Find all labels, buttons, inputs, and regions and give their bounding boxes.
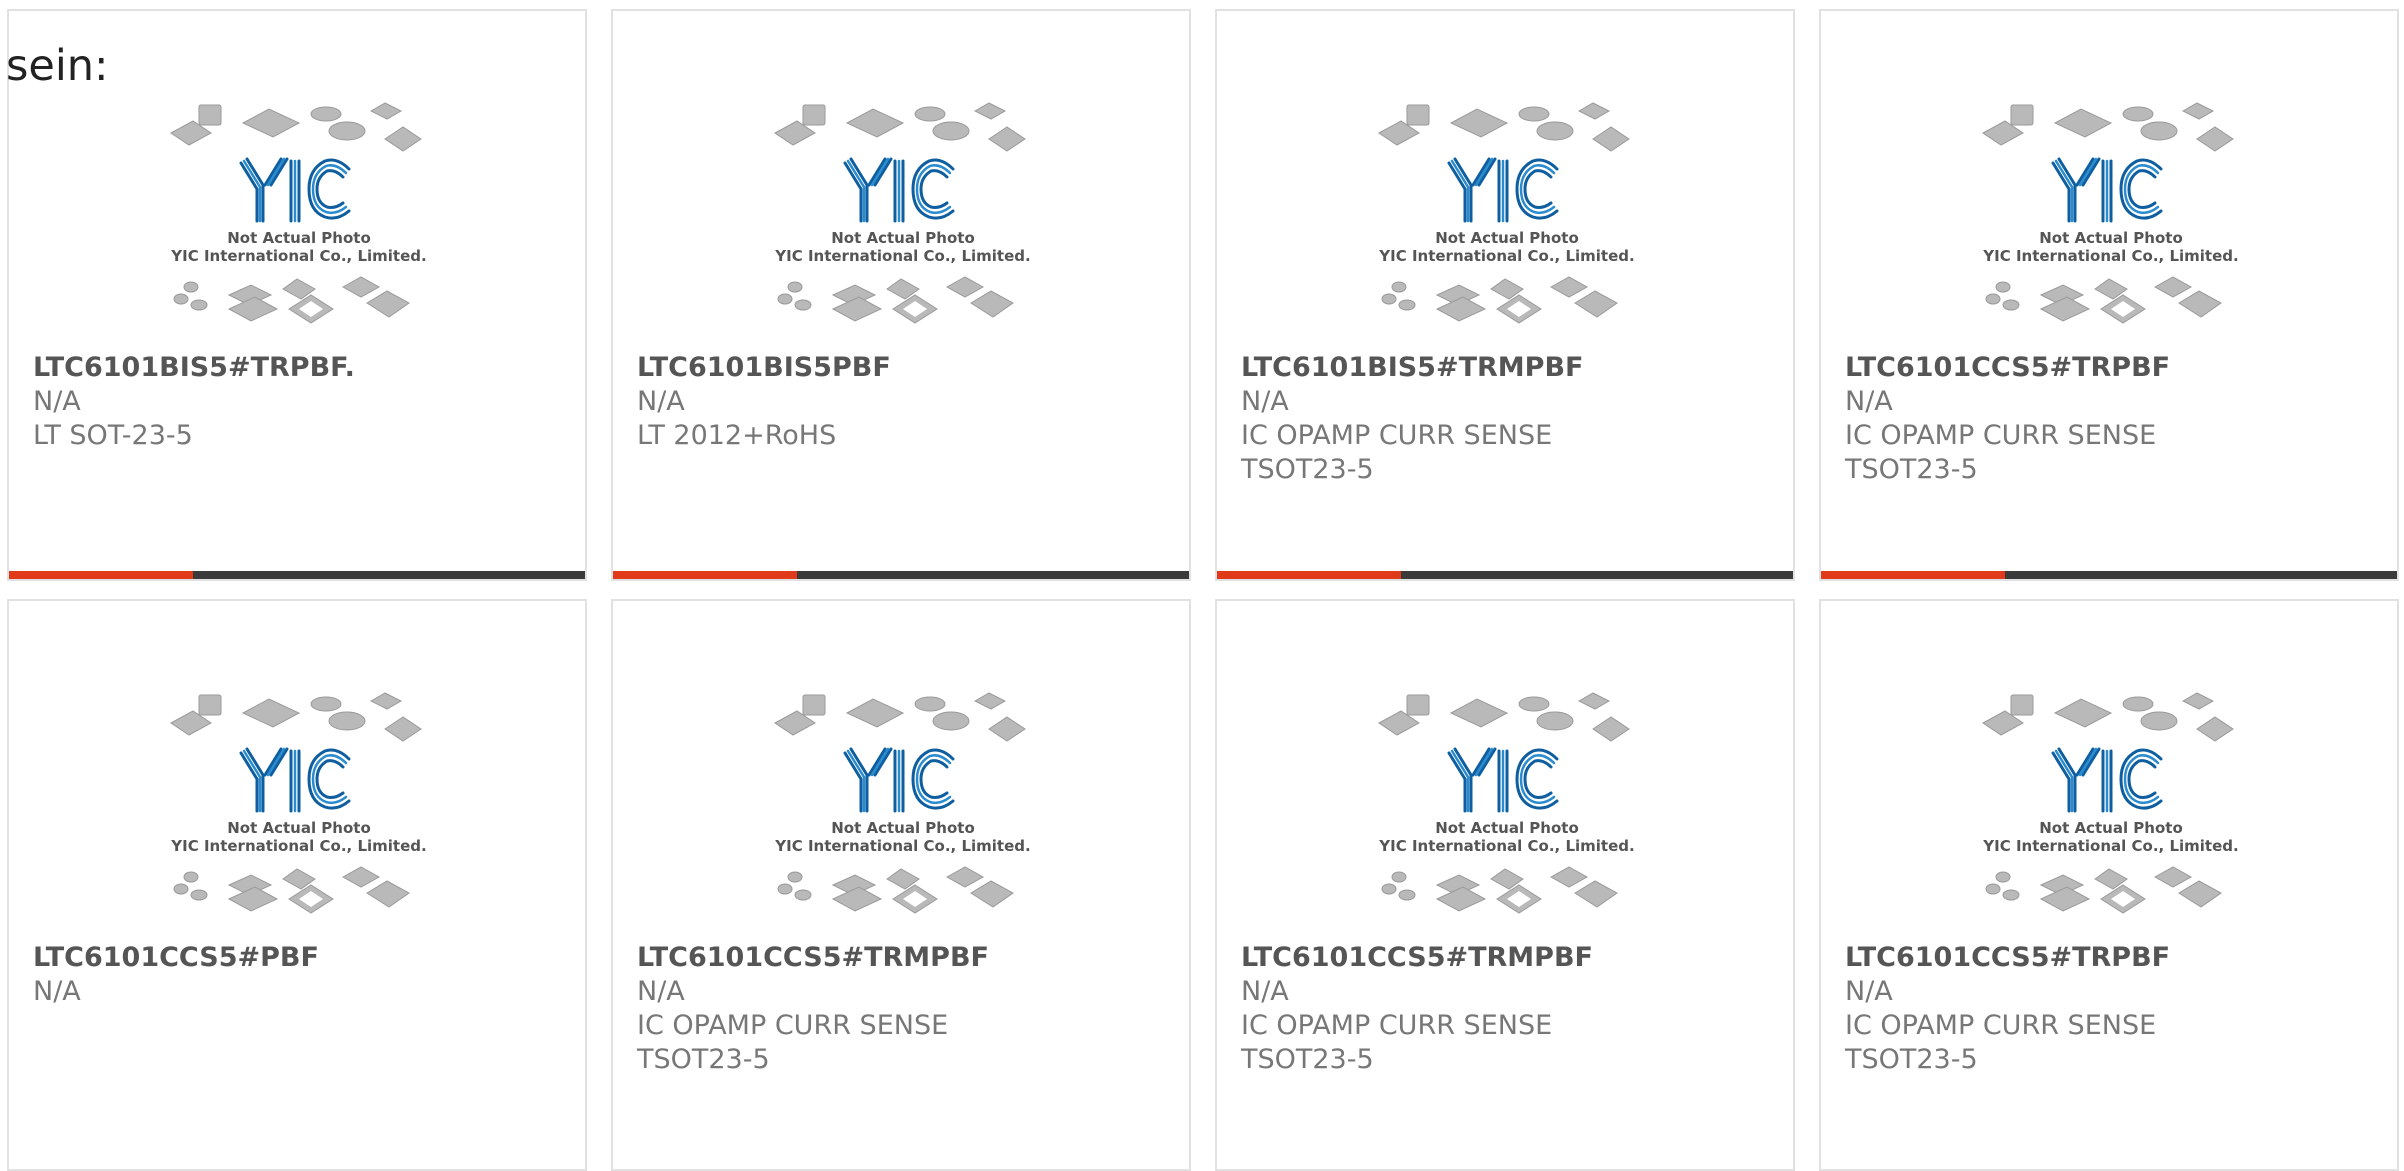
card-progress-bar — [1217, 571, 1793, 579]
stock-status: N/A — [1845, 386, 1893, 417]
product-info: LTC6101CCS5#TRMPBF N/A IC OPAMP CURR SEN… — [637, 941, 1057, 1077]
product-card[interactable]: Not Actual Photo YIC International Co., … — [611, 9, 1191, 581]
bar-track — [193, 571, 585, 579]
product-thumbnail[interactable]: Not Actual Photo YIC International Co., … — [763, 99, 1043, 353]
part-number[interactable]: LTC6101CCS5#TRMPBF — [1241, 941, 1661, 975]
svg-text:YIC International Co., Limited: YIC International Co., Limited. — [774, 247, 1030, 265]
bar-track — [797, 571, 1189, 579]
bar-accent — [1217, 571, 1402, 579]
product-thumbnail[interactable]: Not Actual Photo YIC International Co., … — [1971, 99, 2251, 353]
svg-text:Not Actual Photo: Not Actual Photo — [2039, 819, 2183, 837]
product-info: LTC6101BIS5#TRMPBF N/A IC OPAMP CURR SEN… — [1241, 351, 1661, 487]
svg-text:YIC International Co., Limited: YIC International Co., Limited. — [1982, 837, 2238, 855]
svg-text:YIC International Co., Limited: YIC International Co., Limited. — [1378, 247, 1634, 265]
product-grid: Not Actual Photo YIC International Co., … — [7, 9, 2399, 1171]
stock-status: N/A — [1845, 976, 1893, 1007]
part-number[interactable]: LTC6101BIS5#TRPBF. — [33, 351, 453, 385]
product-info: LTC6101CCS5#TRPBF N/A IC OPAMP CURR SENS… — [1845, 351, 2265, 487]
yic-chip-placeholder-icon: Not Actual Photo YIC International Co., … — [170, 102, 427, 324]
part-number[interactable]: LTC6101CCS5#TRPBF — [1845, 941, 2265, 975]
product-info: LTC6101CCS5#TRPBF N/A IC OPAMP CURR SENS… — [1845, 941, 2265, 1077]
yic-chip-placeholder-icon: Not Actual Photo YIC International Co., … — [1982, 692, 2239, 914]
svg-text:Not Actual Photo: Not Actual Photo — [2039, 229, 2183, 247]
bar-accent — [1821, 571, 2006, 579]
product-thumbnail[interactable]: Not Actual Photo YIC International Co., … — [159, 99, 439, 353]
svg-text:Not Actual Photo: Not Actual Photo — [1435, 229, 1579, 247]
svg-text:Not Actual Photo: Not Actual Photo — [227, 819, 371, 837]
product-description: LT 2012+RoHS — [637, 420, 837, 451]
card-progress-bar — [613, 571, 1189, 579]
bar-accent — [9, 571, 194, 579]
svg-text:Not Actual Photo: Not Actual Photo — [831, 229, 975, 247]
product-info: LTC6101CCS5#TRMPBF N/A IC OPAMP CURR SEN… — [1241, 941, 1661, 1077]
bar-accent — [613, 571, 798, 579]
section-heading: sein: — [6, 41, 109, 91]
product-info: LTC6101CCS5#PBF N/A — [33, 941, 453, 1009]
card-progress-bar — [1821, 571, 2397, 579]
svg-text:YIC International Co., Limited: YIC International Co., Limited. — [1982, 247, 2238, 265]
yic-chip-placeholder-icon: Not Actual Photo YIC International Co., … — [774, 102, 1031, 324]
svg-text:YIC International Co., Limited: YIC International Co., Limited. — [1378, 837, 1634, 855]
product-description: LT SOT-23-5 — [33, 420, 193, 451]
product-card[interactable]: Not Actual Photo YIC International Co., … — [1215, 599, 1795, 1171]
yic-chip-placeholder-icon: Not Actual Photo YIC International Co., … — [774, 692, 1031, 914]
product-thumbnail[interactable]: Not Actual Photo YIC International Co., … — [1367, 689, 1647, 943]
svg-text:YIC International Co., Limited: YIC International Co., Limited. — [774, 837, 1030, 855]
yic-chip-placeholder-icon: Not Actual Photo YIC International Co., … — [1378, 102, 1635, 324]
product-card[interactable]: Not Actual Photo YIC International Co., … — [7, 599, 587, 1171]
product-thumbnail[interactable]: Not Actual Photo YIC International Co., … — [159, 689, 439, 943]
svg-text:YIC International Co., Limited: YIC International Co., Limited. — [170, 247, 426, 265]
product-description: IC OPAMP CURR SENSE TSOT23-5 — [1845, 1010, 2157, 1075]
product-card[interactable]: Not Actual Photo YIC International Co., … — [1819, 9, 2399, 581]
part-number[interactable]: LTC6101BIS5#TRMPBF — [1241, 351, 1661, 385]
yic-chip-placeholder-icon: Not Actual Photo YIC International Co., … — [1378, 692, 1635, 914]
svg-text:YIC International Co., Limited: YIC International Co., Limited. — [170, 837, 426, 855]
product-thumbnail[interactable]: Not Actual Photo YIC International Co., … — [1367, 99, 1647, 353]
stock-status: N/A — [1241, 386, 1289, 417]
stock-status: N/A — [637, 386, 685, 417]
svg-text:Not Actual Photo: Not Actual Photo — [1435, 819, 1579, 837]
product-card[interactable]: Not Actual Photo YIC International Co., … — [1819, 599, 2399, 1171]
product-thumbnail[interactable]: Not Actual Photo YIC International Co., … — [1971, 689, 2251, 943]
product-card[interactable]: Not Actual Photo YIC International Co., … — [611, 599, 1191, 1171]
bar-track — [1401, 571, 1793, 579]
stock-status: N/A — [1241, 976, 1289, 1007]
stock-status: N/A — [33, 976, 81, 1007]
product-card[interactable]: Not Actual Photo YIC International Co., … — [1215, 9, 1795, 581]
yic-chip-placeholder-icon: Not Actual Photo YIC International Co., … — [170, 692, 427, 914]
product-description: IC OPAMP CURR SENSE TSOT23-5 — [637, 1010, 949, 1075]
part-number[interactable]: LTC6101BIS5PBF — [637, 351, 1057, 385]
product-description: IC OPAMP CURR SENSE TSOT23-5 — [1845, 420, 2157, 485]
bar-track — [2005, 571, 2397, 579]
svg-text:Not Actual Photo: Not Actual Photo — [227, 229, 371, 247]
svg-text:Not Actual Photo: Not Actual Photo — [831, 819, 975, 837]
yic-chip-placeholder-icon: Not Actual Photo YIC International Co., … — [1982, 102, 2239, 324]
stock-status: N/A — [33, 386, 81, 417]
part-number[interactable]: LTC6101CCS5#PBF — [33, 941, 453, 975]
product-description: IC OPAMP CURR SENSE TSOT23-5 — [1241, 420, 1553, 485]
part-number[interactable]: LTC6101CCS5#TRMPBF — [637, 941, 1057, 975]
product-thumbnail[interactable]: Not Actual Photo YIC International Co., … — [763, 689, 1043, 943]
card-progress-bar — [9, 571, 585, 579]
product-info: LTC6101BIS5PBF N/A LT 2012+RoHS — [637, 351, 1057, 453]
stock-status: N/A — [637, 976, 685, 1007]
part-number[interactable]: LTC6101CCS5#TRPBF — [1845, 351, 2265, 385]
product-description: IC OPAMP CURR SENSE TSOT23-5 — [1241, 1010, 1553, 1075]
product-info: LTC6101BIS5#TRPBF. N/A LT SOT-23-5 — [33, 351, 453, 453]
